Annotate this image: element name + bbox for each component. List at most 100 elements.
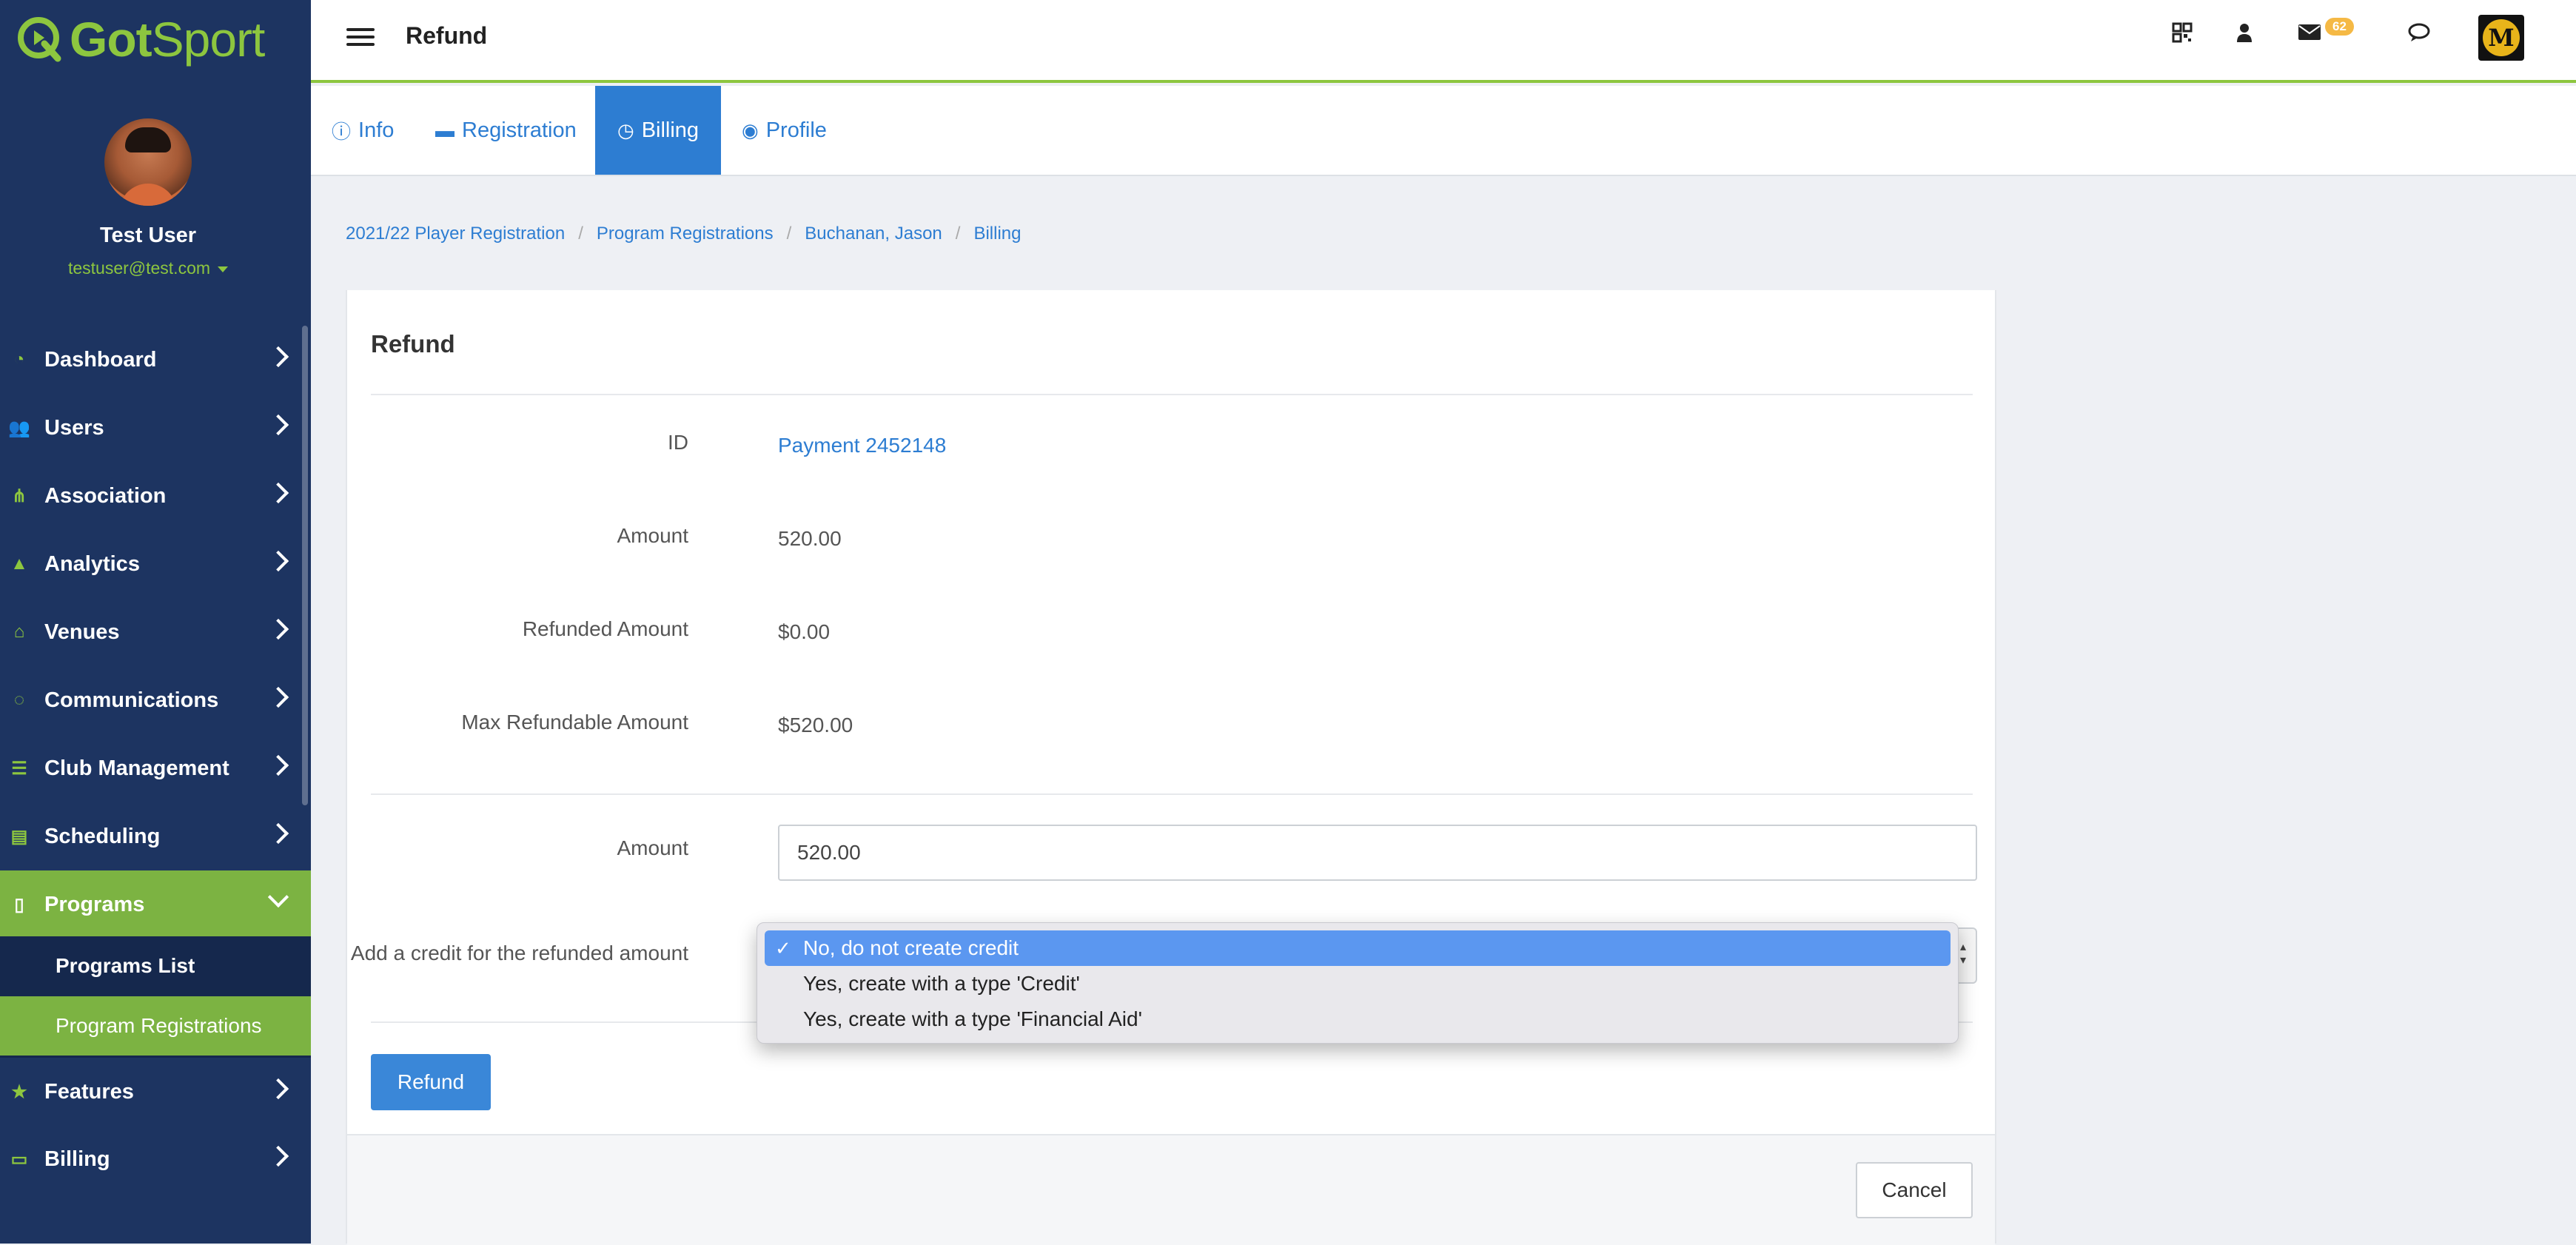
logo-text: GotSport <box>70 12 265 67</box>
breadcrumb-link[interactable]: Buchanan, Jason <box>805 224 942 244</box>
sidebar-item-club-management[interactable]: ☰ Club Management <box>0 734 311 802</box>
amount-value: 520.00 <box>778 527 842 550</box>
refund-amount-input[interactable]: 520.00 <box>778 825 1977 881</box>
refund-amount-label: Amount <box>617 836 689 859</box>
divider <box>371 394 1973 395</box>
sitemap-icon: ⋔ <box>11 486 27 506</box>
envelope-icon[interactable] <box>2298 22 2321 47</box>
sidebar-item-label: Programs <box>44 892 145 916</box>
club-logo[interactable]: M <box>2478 15 2524 61</box>
sidebar-item-label: Club Management <box>44 756 229 780</box>
users-icon: 👥 <box>8 417 30 438</box>
chevron-right-icon <box>267 618 289 640</box>
sidebar-subitem-programs-list[interactable]: Programs List <box>0 936 311 996</box>
checkmark-icon: ✓ <box>775 936 791 959</box>
page-title: Refund <box>406 22 488 49</box>
card-title: Refund <box>371 330 455 358</box>
refunded-amount-value: $0.00 <box>778 620 831 643</box>
option-label: Yes, create with a type 'Credit' <box>803 972 1080 995</box>
credit-select-dropdown: ✓ No, do not create credit Yes, create wi… <box>757 922 1959 1044</box>
logo-mark-icon <box>18 17 61 62</box>
breadcrumb-link[interactable]: Billing <box>973 224 1021 244</box>
list-icon: ☰ <box>11 758 27 779</box>
user-icon[interactable] <box>2235 22 2253 49</box>
user-email-dropdown[interactable]: testuser@test.com <box>0 258 296 278</box>
chat-icon[interactable] <box>2407 22 2431 49</box>
credit-option-financial-aid[interactable]: Yes, create with a type 'Financial Aid' <box>765 1001 1951 1037</box>
chevron-right-icon <box>267 754 289 776</box>
hamburger-menu-icon[interactable] <box>346 28 375 47</box>
tab-label: Profile <box>765 118 827 142</box>
star-icon: ★ <box>11 1081 27 1102</box>
id-label: ID <box>668 431 688 454</box>
sidebar-item-label: Dashboard <box>44 347 157 372</box>
subitem-label: Program Registrations <box>56 1014 262 1037</box>
tab-info[interactable]: ⓘ Info <box>332 86 394 175</box>
refund-button[interactable]: Refund <box>371 1054 491 1110</box>
app-root: GotSport Test User testuser@test.com ◔ D… <box>0 0 2576 1245</box>
max-refundable-value: $520.00 <box>778 714 853 736</box>
tab-registration[interactable]: ▬ Registration <box>435 86 577 175</box>
sidebar-item-dashboard[interactable]: ◔ Dashboard <box>0 326 311 394</box>
divider <box>371 793 1973 795</box>
sidebar-item-features[interactable]: ★ Features <box>0 1058 311 1126</box>
amount-label: Amount <box>617 524 689 547</box>
breadcrumb-link[interactable]: 2021/22 Player Registration <box>346 224 565 244</box>
tab-profile[interactable]: ◉ Profile <box>742 86 827 175</box>
chevron-right-icon <box>267 1078 289 1100</box>
sidebar-subitem-program-registrations[interactable]: Program Registrations <box>0 996 311 1056</box>
sidebar-item-label: Users <box>44 415 104 440</box>
credit-option-no-credit[interactable]: ✓ No, do not create credit <box>765 930 1951 966</box>
sidebar: GotSport Test User testuser@test.com ◔ D… <box>0 0 311 1244</box>
avatar[interactable] <box>104 118 192 206</box>
sidebar-item-label: Association <box>44 483 167 508</box>
tab-label: Registration <box>462 118 577 142</box>
user-name: Test User <box>99 224 197 247</box>
payment-id-link[interactable]: Payment 2452148 <box>778 434 946 457</box>
tab-label: Billing <box>641 118 700 142</box>
sidebar-item-label: Venues <box>44 620 120 644</box>
refund-card: Refund ID Payment 2452148 Amount 520.00 … <box>346 290 1996 1245</box>
user-circle-icon: ◉ <box>742 118 759 141</box>
calendar-list-icon: ▤ <box>10 826 28 847</box>
credit-card-icon: ▭ <box>10 1149 28 1170</box>
archive-icon: ▬ <box>435 118 455 141</box>
cancel-button[interactable]: Cancel <box>1856 1162 1973 1218</box>
sidebar-item-analytics[interactable]: ▲ Analytics <box>0 530 311 598</box>
sidebar-item-programs[interactable]: ▯ Programs <box>0 870 311 939</box>
chevron-down-icon <box>267 886 289 908</box>
chevron-right-icon <box>267 550 289 572</box>
document-icon: ▯ <box>14 894 24 915</box>
chevron-right-icon <box>267 346 289 368</box>
breadcrumb: 2021/22 Player Registration / Program Reg… <box>346 224 1022 244</box>
chat-icon: ◌ <box>13 690 25 710</box>
sidebar-item-users[interactable]: 👥 Users <box>0 394 311 462</box>
sidebar-item-label: Communications <box>44 688 219 712</box>
qr-code-icon[interactable] <box>2172 22 2193 49</box>
sidebar-item-scheduling[interactable]: ▤ Scheduling <box>0 802 311 870</box>
sidebar-item-billing[interactable]: ▭ Billing <box>0 1125 311 1193</box>
credit-select-label: Add a credit for the refunded amount <box>350 942 688 964</box>
tab-billing[interactable]: ◷ Billing <box>595 86 722 175</box>
sidebar-item-label: Billing <box>44 1147 110 1171</box>
area-chart-icon: ▲ <box>10 554 28 574</box>
credit-option-credit[interactable]: Yes, create with a type 'Credit' <box>765 966 1951 1001</box>
tab-bar: ⓘ Info ▬ Registration ◷ Billing ◉ Profile <box>311 86 2576 176</box>
card-footer: Cancel <box>347 1134 1995 1245</box>
sidebar-item-label: Scheduling <box>44 824 161 848</box>
tab-label: Info <box>358 118 395 142</box>
sidebar-item-communications[interactable]: ◌ Communications <box>0 666 311 734</box>
sidebar-item-venues[interactable]: ⌂ Venues <box>0 598 311 666</box>
refund-amount-input-value: 520.00 <box>797 841 861 864</box>
subitem-label: Programs List <box>56 954 195 977</box>
home-icon: ⌂ <box>13 622 25 642</box>
sidebar-item-association[interactable]: ⋔ Association <box>0 462 311 530</box>
dashboard-icon: ◔ <box>13 349 25 369</box>
breadcrumb-link[interactable]: Program Registrations <box>597 224 774 244</box>
chevron-right-icon <box>267 414 289 436</box>
chevron-right-icon <box>267 482 289 504</box>
max-refundable-label: Max Refundable Amount <box>461 711 688 734</box>
chevron-right-icon <box>267 686 289 708</box>
gotsport-logo[interactable]: GotSport <box>15 6 265 73</box>
info-icon: ⓘ <box>332 120 352 143</box>
